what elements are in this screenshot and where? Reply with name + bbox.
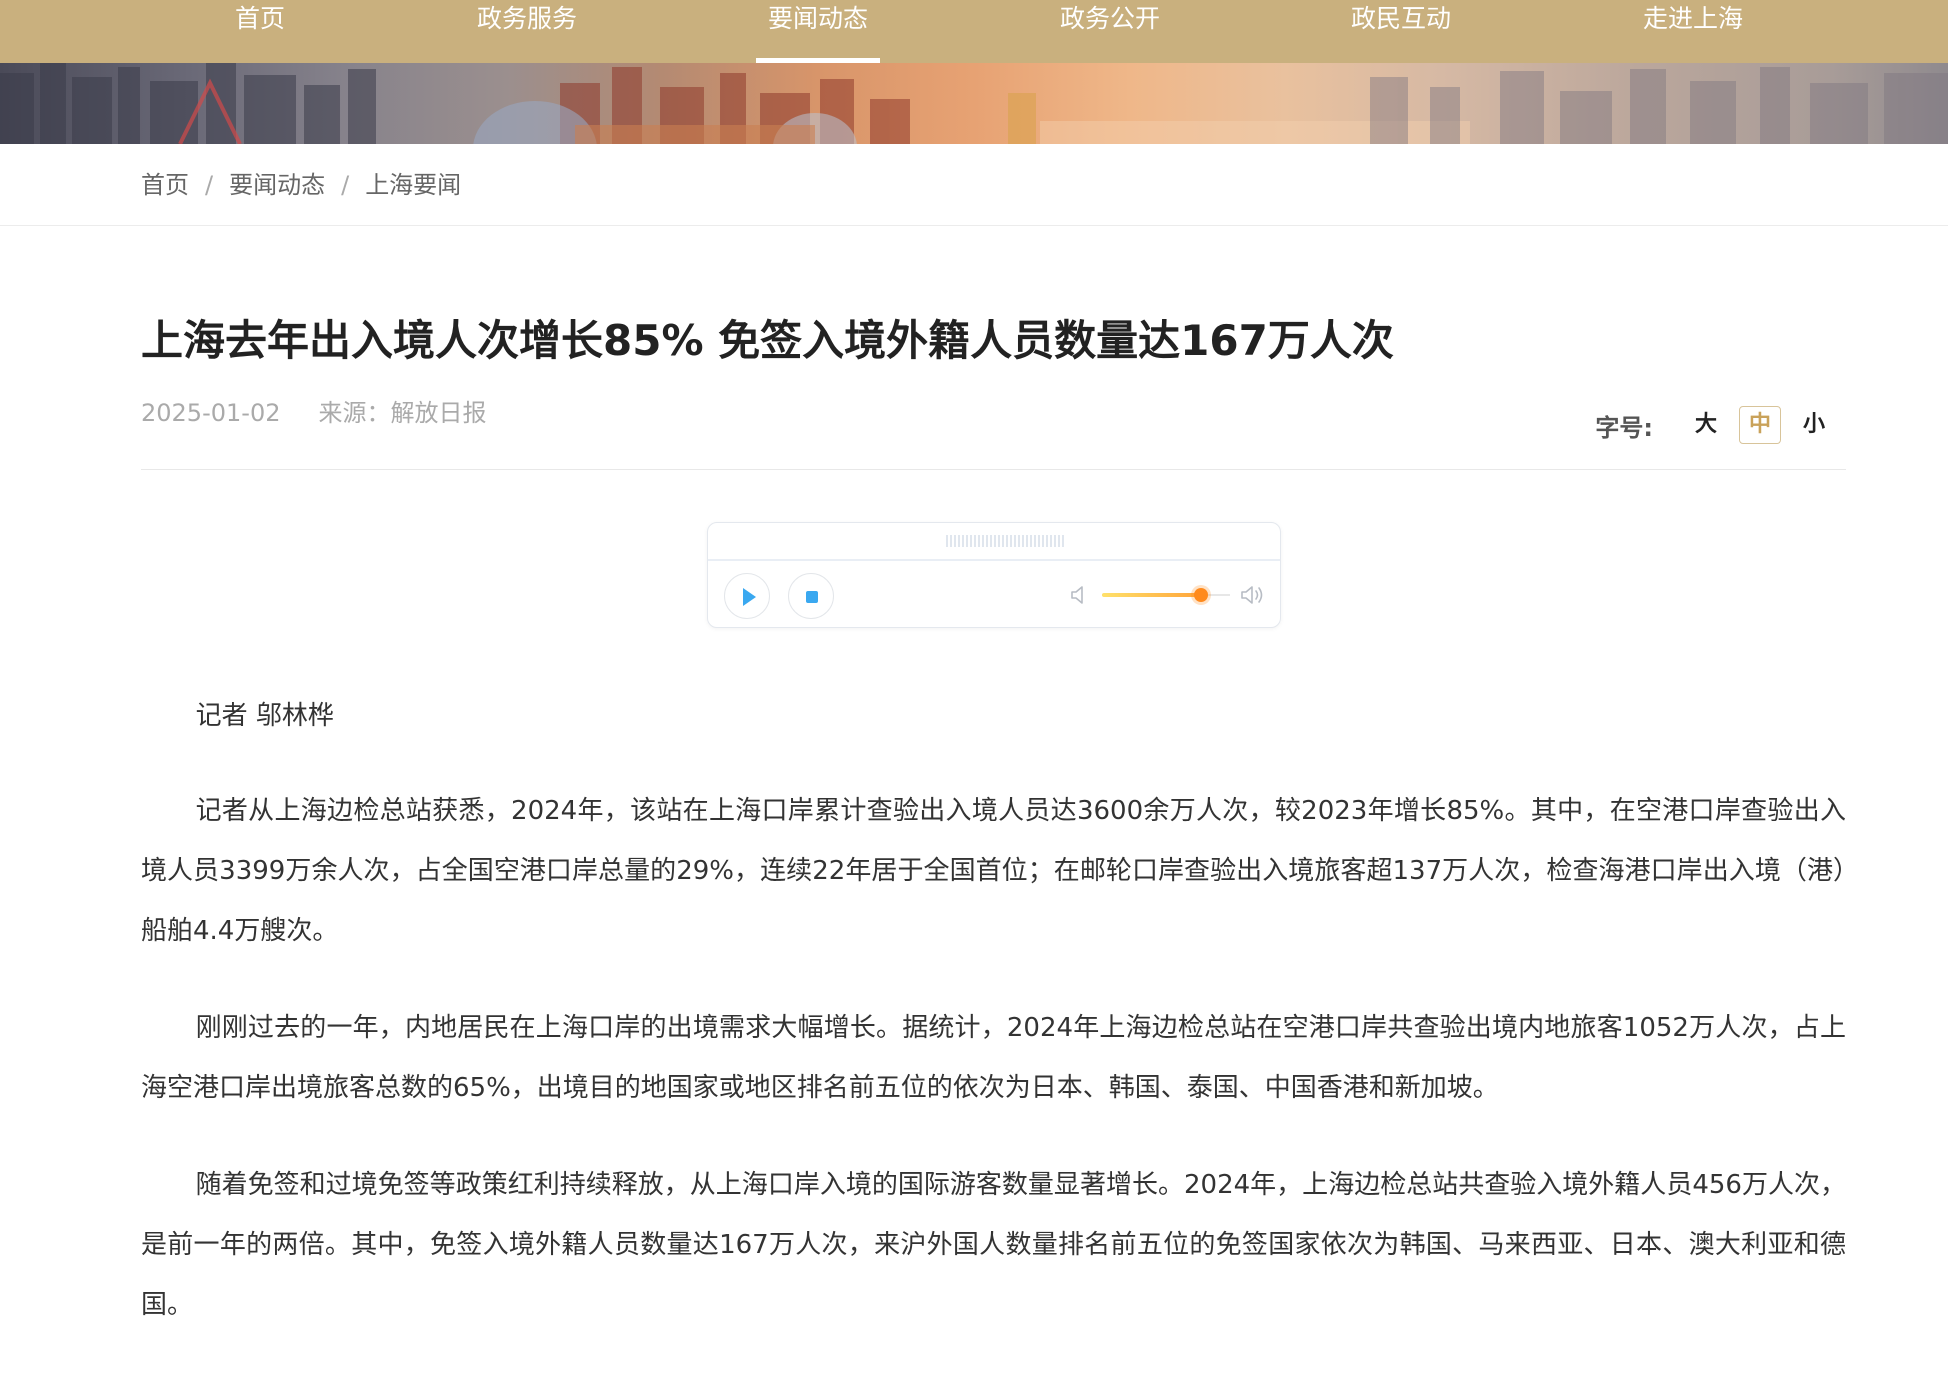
article-paragraph: 刚刚过去的一年，内地居民在上海口岸的出境需求大幅增长。据统计，2024年上海边检… [141, 1013, 1846, 1103]
volume-fill [1102, 593, 1201, 597]
nav-item-about-shanghai[interactable]: 走进上海 [1608, 0, 1778, 63]
breadcrumb-shanghai-news[interactable]: 上海要闻 [365, 171, 461, 199]
header-divider [141, 469, 1846, 470]
skyline-image [0, 63, 1948, 144]
stop-button[interactable] [788, 573, 834, 619]
volume-knob[interactable] [1193, 588, 1208, 602]
breadcrumb-news[interactable]: 要闻动态 [229, 171, 325, 199]
volume-slider[interactable] [1102, 583, 1230, 607]
article-author: 记者 邬林桦 [195, 701, 334, 731]
article-paragraph: 随着免签和过境免签等政策红利持续释放，从上海口岸入境的国际游客数量显著增长。20… [141, 1170, 1846, 1320]
volume-high-icon[interactable] [1239, 583, 1267, 607]
font-size-switcher: 字号: 大 中 小 [1595, 404, 1835, 446]
audio-progress-track[interactable] [708, 523, 1280, 561]
font-size-small-button[interactable]: 小 [1793, 406, 1835, 444]
nav-item-interaction[interactable]: 政民互动 [1316, 0, 1486, 63]
nav-item-open-government[interactable]: 政务公开 [1025, 0, 1195, 63]
stop-icon [806, 591, 818, 603]
volume-low-icon[interactable] [1069, 583, 1089, 607]
breadcrumb-home[interactable]: 首页 [141, 171, 189, 199]
nav-item-services[interactable]: 政务服务 [442, 0, 612, 63]
article-source: 来源：解放日报 [318, 399, 487, 427]
audio-player [707, 522, 1281, 628]
play-icon [743, 588, 756, 606]
breadcrumb-separator: / [341, 171, 350, 199]
play-button[interactable] [724, 573, 770, 619]
breadcrumb-divider [0, 225, 1948, 226]
top-nav: 首页 政务服务 要闻动态 政务公开 政民互动 走进上海 [0, 0, 1948, 63]
nav-item-news[interactable]: 要闻动态 [733, 0, 903, 63]
font-size-label: 字号: [1595, 413, 1653, 442]
article-content: 记者 邬林桦 记者从上海边检总站获悉，2024年，该站在上海口岸累计查验出入境人… [141, 686, 1846, 1372]
font-size-large-button[interactable]: 大 [1685, 406, 1727, 444]
breadcrumb: 首页 / 要闻动态 / 上海要闻 [141, 168, 461, 202]
article-paragraph: 记者从上海边检总站获悉，2024年，该站在上海口岸累计查验出入境人员达3600余… [141, 796, 1846, 946]
waveform [946, 535, 1064, 547]
breadcrumb-separator: / [205, 171, 214, 199]
article-date: 2025-01-02 [141, 399, 281, 427]
article-meta: 2025-01-02 来源：解放日报 [141, 396, 486, 430]
article-title: 上海去年出入境人次增长85% 免签入境外籍人员数量达167万人次 [141, 316, 1394, 365]
font-size-medium-button[interactable]: 中 [1739, 406, 1781, 444]
skyline-banner [0, 63, 1948, 144]
nav-item-home[interactable]: 首页 [175, 0, 345, 63]
